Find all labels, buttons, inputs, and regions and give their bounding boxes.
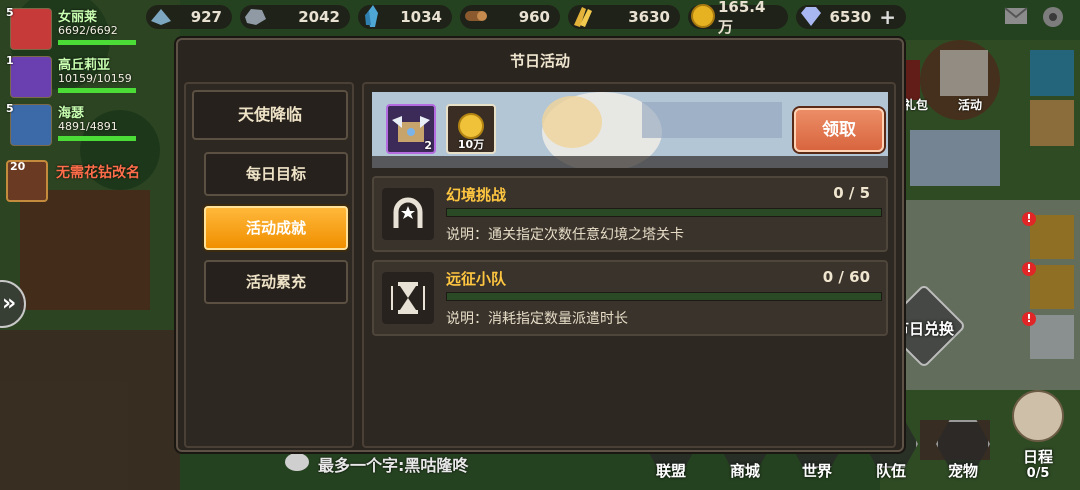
task-name: 幻境挑战 xyxy=(446,186,507,204)
resource-crystal-value: 1034 xyxy=(400,8,442,26)
hero-hp-bar xyxy=(58,88,136,93)
log-icon xyxy=(465,11,487,21)
hero-level: 5 xyxy=(6,102,14,115)
claim-button[interactable]: 领取 xyxy=(794,108,884,152)
stone-icon xyxy=(245,9,266,25)
content-panel: 2 10万 领取 幻境挑战 0 / 5 说明：通关指定次数任意幻境之塔关卡 远征… xyxy=(362,82,896,448)
resource-diamond-value: 6530 xyxy=(829,8,872,26)
resource-wheat-value: 3630 xyxy=(628,8,670,26)
task-progress: 0 / 5 xyxy=(833,184,870,202)
reward-slot-1[interactable]: 2 xyxy=(386,104,436,154)
hero-name: 女丽莱 xyxy=(58,10,98,25)
task-description: 说明：通关指定次数任意幻境之塔关卡 xyxy=(446,227,684,243)
resource-crystal[interactable]: 1034 xyxy=(358,5,452,29)
gift-label[interactable]: 礼包 xyxy=(904,96,928,113)
task-row: 幻境挑战 0 / 5 说明：通关指定次数任意幻境之塔关卡 xyxy=(372,176,888,252)
hero-avatar xyxy=(10,104,52,146)
hero-avatar xyxy=(10,8,52,50)
settings-gear-icon[interactable] xyxy=(1040,4,1066,30)
hero-name: 海瑟 xyxy=(58,106,85,121)
festival-activity-dialog: 节日活动 天使降临 每日目标 活动成就 活动累充 2 10万 领取 幻境挑战 0… xyxy=(176,38,904,452)
resource-stone[interactable]: 2042 xyxy=(240,5,350,29)
hero-slot-3[interactable]: 5 海瑟 4891/4891 xyxy=(4,102,140,150)
resource-log[interactable]: 960 xyxy=(460,5,560,29)
nav-label: 队伍 xyxy=(875,462,906,480)
nav-pet[interactable]: 宠物 xyxy=(932,418,994,490)
event-banner: 2 10万 领取 xyxy=(372,92,888,168)
schedule-avatar xyxy=(1012,390,1064,442)
resource-bar: 927 2042 1034 960 3630 165.4万 6530 + xyxy=(146,0,906,36)
resource-gold-value: 165.4万 xyxy=(718,0,766,36)
schedule-count: 0/5 xyxy=(1026,466,1050,481)
hero-hp: 4891/4891 xyxy=(58,120,118,133)
alert-badge: ! xyxy=(1022,312,1036,326)
reward-count: 10万 xyxy=(457,138,485,151)
resource-diamond[interactable]: 6530 + xyxy=(796,5,906,29)
hero-slot-1[interactable]: 5 女丽莱 6692/6692 xyxy=(4,6,140,54)
schedule-button[interactable]: 日程 0/5 xyxy=(1000,390,1076,490)
hero-hp-bar xyxy=(58,40,136,45)
nav-label: 联盟 xyxy=(655,462,686,480)
task-icon-box xyxy=(382,272,434,324)
task-row: 远征小队 0 / 60 说明：消耗指定数量派遣时长 xyxy=(372,260,888,336)
gold-coin-icon xyxy=(691,4,715,28)
chevron-right-icon: » xyxy=(2,291,17,316)
tab-daily-goals[interactable]: 每日目标 xyxy=(204,152,348,196)
activity-label[interactable]: 活动 xyxy=(958,96,982,113)
resource-wheat[interactable]: 3630 xyxy=(568,5,680,29)
wheat-icon xyxy=(574,7,592,27)
diamond-icon xyxy=(801,7,821,26)
hero-slot-2[interactable]: 1 高丘莉亚 10159/10159 xyxy=(4,54,140,102)
task-icon-box xyxy=(382,188,434,240)
hero-name: 高丘莉亚 xyxy=(58,58,111,73)
mail-icon[interactable] xyxy=(1004,6,1028,26)
hero-hp: 6692/6692 xyxy=(58,24,118,37)
chat-message[interactable]: 最多一个字:黑咕隆咚 xyxy=(318,452,468,476)
nav-label: 宠物 xyxy=(947,462,978,480)
hero-level: 5 xyxy=(6,6,14,19)
resource-gold[interactable]: 165.4万 xyxy=(688,0,788,36)
task-progress: 0 / 60 xyxy=(822,268,870,286)
resource-stone-value: 2042 xyxy=(298,8,340,26)
wood-icon xyxy=(151,9,171,25)
resource-wood[interactable]: 927 xyxy=(146,5,232,29)
alert-badge: ! xyxy=(1022,212,1036,226)
crystal-icon xyxy=(365,5,378,27)
task-progress-bar xyxy=(446,292,882,301)
tab-activity-achievements[interactable]: 活动成就 xyxy=(204,206,348,250)
reward-slot-2[interactable]: 10万 xyxy=(446,104,496,154)
hero-avatar xyxy=(10,56,52,98)
alert-badge: ! xyxy=(1022,262,1036,276)
task-description: 说明：消耗指定数量派遣时长 xyxy=(446,311,628,327)
hourglass-icon xyxy=(391,282,425,314)
nav-label: 商城 xyxy=(729,462,760,480)
chat-bubble-icon[interactable] xyxy=(284,452,310,474)
reward-count: 2 xyxy=(424,139,432,152)
rename-slot[interactable]: 20 无需花钻改名 xyxy=(4,158,164,202)
add-diamond-button[interactable]: + xyxy=(879,5,896,29)
hero-level: 1 xyxy=(6,54,14,67)
task-progress-bar xyxy=(446,208,882,217)
nav-label: 世界 xyxy=(801,462,832,480)
hero-hp-bar xyxy=(58,136,136,141)
rename-level: 20 xyxy=(10,160,26,173)
hero-hp: 10159/10159 xyxy=(58,72,132,85)
rename-text: 无需花钻改名 xyxy=(56,165,140,181)
horseshoe-icon xyxy=(393,197,423,228)
tab-activity-recharge[interactable]: 活动累充 xyxy=(204,260,348,304)
tab-angel-descent[interactable]: 天使降临 xyxy=(192,90,348,140)
tab-panel: 天使降临 每日目标 活动成就 活动累充 xyxy=(184,82,354,448)
dialog-title: 节日活动 xyxy=(509,52,570,70)
schedule-label: 日程 xyxy=(1022,448,1053,466)
resource-wood-value: 927 xyxy=(190,8,222,26)
task-name: 远征小队 xyxy=(446,270,507,288)
resource-log-value: 960 xyxy=(518,8,550,26)
